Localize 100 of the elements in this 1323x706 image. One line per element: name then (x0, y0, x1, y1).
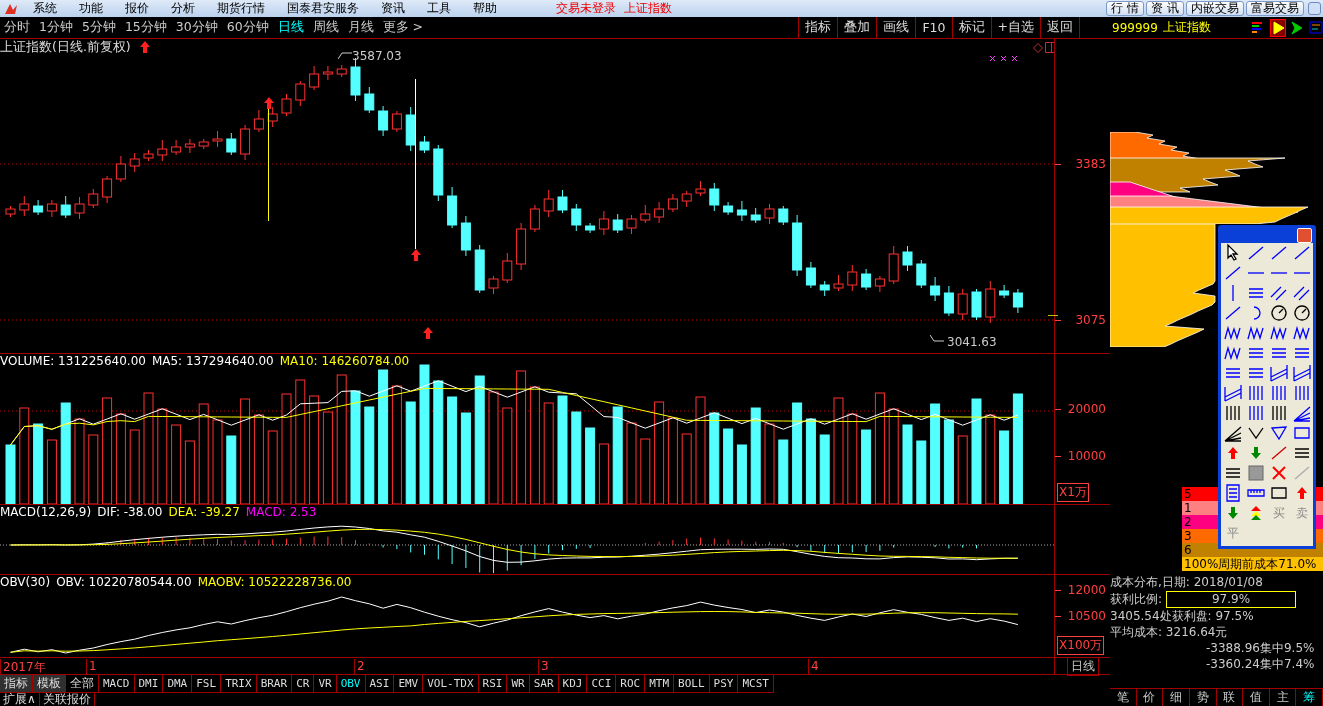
indicator-tab[interactable]: VOL-TDX (423, 675, 479, 693)
indicator-tab[interactable]: KDJ (558, 675, 588, 693)
axis-label: 3383 (1075, 157, 1106, 171)
legend-text: MACD: 2.53 (245, 505, 317, 519)
legend-text: DEA: -39.27 (168, 505, 240, 519)
axis-label: 10000 (1067, 449, 1106, 463)
chart-toolbar-button[interactable]: F10 (915, 17, 952, 38)
stock-name: 上证指数 (1162, 19, 1211, 36)
chart-toolbar-button[interactable]: 画线 (876, 17, 916, 38)
legend-text: OBV(30) (0, 575, 51, 589)
period-tab[interactable]: 15分钟 (120, 19, 172, 36)
menu-item[interactable]: 帮助 (462, 0, 508, 17)
indicator-tab[interactable]: OBV (336, 675, 366, 693)
indicator-tab[interactable]: VR (314, 675, 337, 693)
legend-text: DIF: -38.00 (97, 505, 163, 519)
menu-item[interactable]: 工具 (416, 0, 462, 17)
axis-label: 20000 (1067, 402, 1106, 416)
date-label: 4 (808, 659, 819, 674)
menu-item[interactable]: 资讯 (370, 0, 416, 17)
period-tab[interactable]: 周线 (308, 19, 344, 36)
indicator-tab[interactable]: EMV (394, 675, 424, 693)
chart-toolbar-button[interactable]: 指标 (798, 17, 838, 38)
chip-legend-row: 100%周期前成本71.0% (1182, 557, 1323, 571)
legend-text: VOLUME: 131225640.00 (0, 354, 146, 368)
axis-label: 12000 (1067, 583, 1106, 597)
indicator-tab[interactable]: MTM (645, 675, 675, 693)
toolbar-button[interactable]: 资 讯 (1146, 1, 1184, 16)
indicator-tab[interactable]: ROC (616, 675, 646, 693)
date-label: 3 (538, 659, 549, 674)
indicator-tab[interactable]: WR (507, 675, 530, 693)
stats-text: 平均成本: 3216.64元 (1110, 625, 1229, 640)
indicator-tab[interactable]: MCST (738, 675, 774, 693)
chart-toolbar-button[interactable]: 标记 (951, 17, 991, 38)
period-tab[interactable]: 60分钟 (222, 19, 274, 36)
menu-item[interactable]: 功能 (68, 0, 114, 17)
period-tab[interactable]: 1分钟 (35, 19, 78, 36)
legend-text: OBV: 10220780544.00 (56, 575, 192, 589)
legend-text: MAOBV: 10522228736.00 (197, 575, 352, 589)
bottom-tab[interactable]: 关联报价 (39, 693, 95, 706)
indicator-tab[interactable]: 指标 (0, 675, 33, 693)
menu-item[interactable]: 报价 (114, 0, 160, 17)
stats-text: 3405.54处获利盘: 97.5% (1110, 609, 1255, 624)
side-tab[interactable]: 细 (1163, 689, 1190, 706)
menu-item[interactable]: 分析 (160, 0, 206, 17)
side-tab[interactable]: 值 (1243, 689, 1270, 706)
side-tab[interactable]: 联 (1216, 689, 1244, 706)
period-tab[interactable]: 5分钟 (77, 19, 121, 36)
stats-text: -3388.96集中9.5% (1205, 641, 1316, 656)
chart-title: 上证指数(日线.前复权) (0, 39, 131, 56)
side-tab[interactable]: 笔 (1110, 689, 1137, 706)
chart-toolbar-button[interactable]: 叠加 (837, 17, 877, 38)
side-tab[interactable]: 筹 (1296, 689, 1323, 706)
indicator-tab[interactable]: BOLL (674, 675, 710, 693)
indicator-tab[interactable]: PSY (709, 675, 739, 693)
indicator-tab[interactable]: 模板 (33, 675, 66, 693)
chart-toolbar-button[interactable]: 返回 (1040, 17, 1079, 38)
indicator-tab[interactable]: CR (292, 675, 315, 693)
indicator-tab[interactable]: FSL (192, 675, 222, 693)
unit-label: X100万 (1057, 636, 1105, 655)
side-tab[interactable]: 势 (1189, 689, 1217, 706)
period-tab[interactable]: 更多 > (378, 19, 429, 36)
bottom-tab[interactable]: 扩展∧ (0, 693, 40, 706)
legend-text: MA10: 146260784.00 (279, 354, 410, 368)
legend-text: MA5: 137294640.00 (151, 354, 274, 368)
date-label: 2 (354, 659, 365, 674)
axis-label: 10500 (1067, 609, 1106, 623)
period-tab[interactable]: 日线 (273, 19, 309, 36)
indicator-tab[interactable]: DMA (163, 675, 193, 693)
indicator-tab[interactable]: 全部 (66, 675, 99, 693)
indicator-tab[interactable]: RSI (478, 675, 508, 693)
status-text: 上证指数 (624, 0, 672, 17)
indicator-tab[interactable]: SAR (529, 675, 559, 693)
indicator-tab[interactable]: CCI (587, 675, 617, 693)
period-label: 日线 (1066, 656, 1099, 676)
status-text: 交易未登录 (556, 0, 616, 17)
menu-item[interactable]: 期货行情 (206, 0, 276, 17)
period-tab[interactable]: 分时 (0, 19, 35, 36)
chart-toolbar-button[interactable]: +自选 (990, 17, 1040, 38)
toolbar-button[interactable]: 富易交易 (1246, 1, 1304, 16)
side-tab[interactable]: 主 (1269, 689, 1297, 706)
indicator-tab[interactable]: TRIX (221, 675, 257, 693)
period-tab[interactable]: 月线 (343, 19, 379, 36)
stock-code: 999999 (1112, 20, 1158, 35)
indicator-tab[interactable]: DMI (134, 675, 164, 693)
menu-item[interactable]: 国泰君安服务 (276, 0, 370, 17)
toolbar-button[interactable]: 行 情 (1106, 1, 1145, 16)
profit-label: 获利比例: (1110, 592, 1163, 607)
date-label: 2017年 (0, 659, 46, 674)
unit-label: X1万 (1057, 483, 1089, 502)
profit-value: 97.9% (1166, 591, 1297, 608)
toolbar-button[interactable]: 内嵌交易 (1186, 1, 1244, 16)
stats-title: 成本分布,日期: 2018/01/08 (1110, 575, 1264, 590)
axis-label: 3075 (1075, 313, 1106, 327)
indicator-tab[interactable]: MACD (99, 675, 135, 693)
period-tab[interactable]: 30分钟 (171, 19, 223, 36)
menu-item[interactable]: 系统 (22, 0, 68, 17)
indicator-tab[interactable]: ASI (365, 675, 395, 693)
side-tab[interactable]: 价 (1136, 689, 1164, 706)
legend-text: MACD(12,26,9) (0, 505, 92, 519)
indicator-tab[interactable]: BRAR (256, 675, 293, 693)
